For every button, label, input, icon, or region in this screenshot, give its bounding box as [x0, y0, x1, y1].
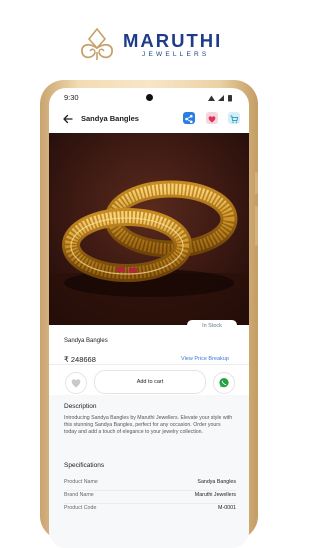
status-bar: 9:30: [49, 88, 249, 108]
view-price-breakup-link[interactable]: View Price Breakup: [181, 356, 229, 362]
gold-bangles-photo: [49, 133, 249, 325]
wishlist-toggle-button[interactable]: [65, 372, 87, 394]
product-image[interactable]: [49, 133, 249, 325]
brand-name: MARUTHI: [123, 30, 223, 51]
wishlist-button[interactable]: [206, 112, 218, 124]
spec-label: Product Code: [64, 505, 97, 511]
spec-value: M-0001: [218, 505, 236, 511]
cart-icon: [230, 115, 239, 123]
cart-button[interactable]: [228, 112, 240, 124]
spec-value: Sandya Bangles: [197, 479, 236, 485]
phone-volume-button: [255, 206, 258, 246]
stock-status-badge: In Stock: [187, 320, 237, 332]
description-text: Introducing Sandya Bangles by Maruthi Je…: [64, 415, 233, 436]
phone-side-button: [255, 172, 258, 194]
divider: [64, 503, 236, 504]
spec-label: Brand Name: [64, 492, 94, 498]
heart-icon: [208, 116, 216, 123]
phone-screen: 9:30 Sandya Bangles In Stock Sandya Bang…: [49, 88, 249, 548]
description-title: Description: [64, 403, 97, 410]
brand-header: MARUTHI JEWELLERS: [78, 26, 228, 66]
add-to-cart-button[interactable]: Add to cart: [94, 370, 206, 394]
battery-icon: [228, 95, 232, 102]
signal-icon: [218, 95, 224, 101]
heart-icon: [71, 379, 81, 388]
status-icons: [208, 95, 232, 102]
maruthi-logo-icon: [81, 27, 113, 60]
wifi-icon: [208, 95, 215, 101]
product-price: ₹ 248668: [64, 355, 96, 364]
divider: [64, 490, 236, 491]
share-button[interactable]: [183, 112, 195, 124]
spec-label: Product Name: [64, 479, 98, 485]
specifications-title: Specifications: [64, 462, 105, 469]
whatsapp-button[interactable]: [213, 372, 235, 394]
whatsapp-icon: [219, 378, 229, 388]
share-icon: [185, 114, 193, 124]
divider: [49, 364, 249, 365]
arrow-left-icon[interactable]: [61, 112, 75, 126]
spec-value: Maruthi Jewellers: [194, 492, 236, 498]
product-name: Sandya Bangles: [64, 338, 108, 344]
brand-subtitle: JEWELLERS: [142, 51, 210, 58]
page-title: Sandya Bangles: [81, 114, 139, 123]
front-camera: [146, 94, 153, 101]
app-bar: Sandya Bangles: [49, 108, 249, 130]
status-time: 9:30: [64, 93, 79, 102]
